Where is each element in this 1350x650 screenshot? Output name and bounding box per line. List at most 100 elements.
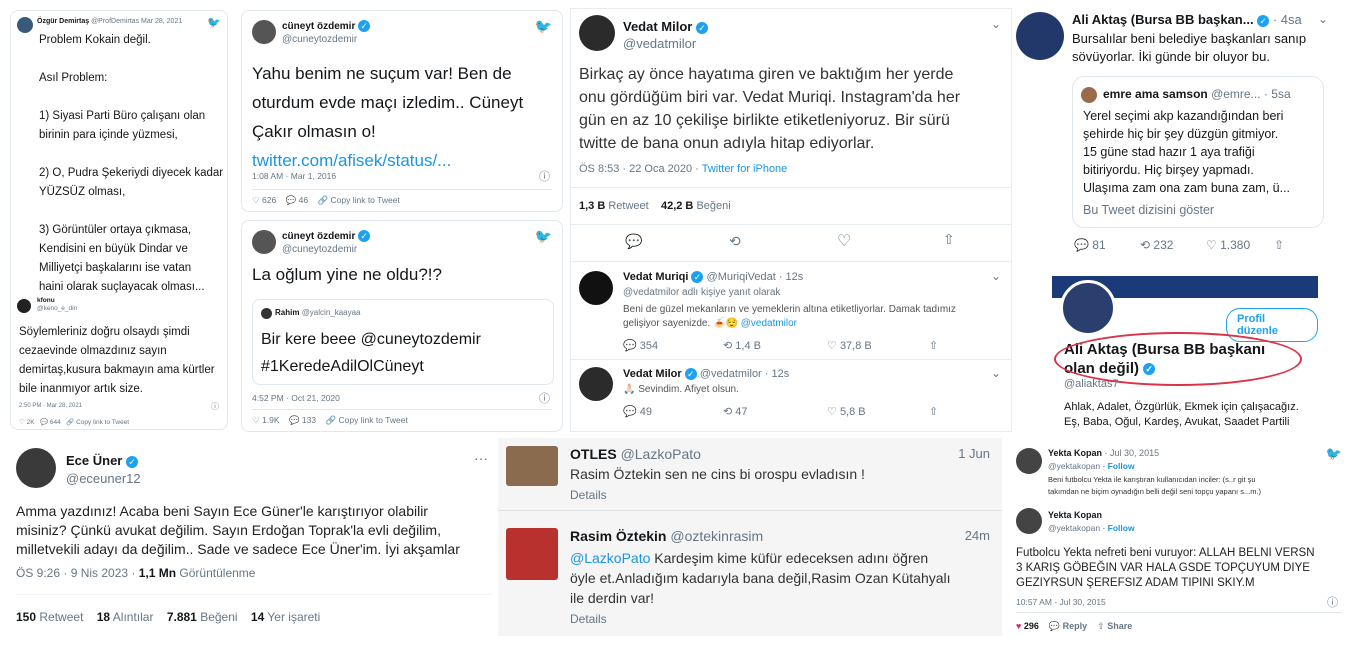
bookmark-count[interactable]: 14 xyxy=(251,610,264,624)
avatar[interactable] xyxy=(17,17,33,33)
reply-icon[interactable]: 💬 xyxy=(1049,621,1060,631)
tweet-panel-demirtas: Özgür Demirtaş @ProfDemirtas Mar 28, 202… xyxy=(10,10,228,430)
more-icon[interactable]: ··· xyxy=(474,450,488,466)
info-icon[interactable]: ⓘ xyxy=(539,390,550,406)
quoted-tweet[interactable]: emre ama samson @emre... · 5sa Yerel seç… xyxy=(1072,76,1324,228)
share-icon[interactable]: ⇧ xyxy=(1097,621,1105,631)
tweet-time: 10:57 AM - Jul 30, 2015 xyxy=(1016,597,1106,607)
profile-avatar[interactable] xyxy=(1060,280,1116,336)
avatar[interactable] xyxy=(506,528,558,580)
retweet-icon[interactable]: ⟲ xyxy=(1140,238,1150,252)
tweet-time: ÖS 9:26 · 9 Nis 2023 · xyxy=(16,566,139,580)
like-count: 296 xyxy=(1023,621,1039,631)
user-name[interactable]: Özgür Demirtaş xyxy=(37,18,89,25)
like-count[interactable]: 42,2 B xyxy=(661,200,693,212)
chevron-down-icon[interactable]: ⌄ xyxy=(991,269,1001,283)
share-button[interactable]: Share xyxy=(1107,621,1132,631)
reply-avatar[interactable] xyxy=(579,271,613,305)
reply-user-name[interactable]: kfonu xyxy=(37,297,77,305)
reply-icon[interactable]: 💬 xyxy=(623,340,637,352)
avatar[interactable] xyxy=(1016,448,1042,474)
user-handle: @cuneytozdemir xyxy=(282,34,358,45)
user-name[interactable]: OTLES xyxy=(570,446,617,462)
quote-count[interactable]: 18 xyxy=(97,610,110,624)
share-icon[interactable]: ⇧ xyxy=(929,339,938,352)
reply-user-name[interactable]: Vedat Muriqi xyxy=(623,271,688,283)
like-icon[interactable]: ♡ xyxy=(837,231,851,251)
avatar[interactable] xyxy=(1016,12,1064,60)
user-name[interactable]: Vedat Milor xyxy=(623,19,692,34)
like-icon[interactable]: ♡ xyxy=(827,406,837,418)
replying-to: @vedatmilor adlı kişiye yanıt olarak xyxy=(623,287,781,298)
link-icon[interactable]: 🔗 xyxy=(66,419,74,426)
retweet-count: 133 xyxy=(301,415,317,425)
retweet-label: Retweet xyxy=(39,610,84,624)
bookmark-label: Yer işareti xyxy=(267,610,321,624)
share-icon[interactable]: ⇧ xyxy=(929,405,938,418)
user-name[interactable]: cüneyt özdemir xyxy=(282,21,355,32)
avatar[interactable] xyxy=(252,230,276,254)
user-name[interactable]: Ece Üner xyxy=(66,453,122,468)
retweet-count: 47 xyxy=(735,406,748,418)
link-icon[interactable]: 🔗 xyxy=(326,415,337,425)
like-icon[interactable]: ♡ xyxy=(252,415,260,425)
copy-link[interactable]: Copy link to Tweet xyxy=(331,195,400,205)
details-link[interactable]: Details xyxy=(570,612,607,626)
info-icon[interactable]: ⓘ xyxy=(211,401,219,412)
retweet-icon[interactable]: ⟲ xyxy=(729,233,741,250)
mention-link[interactable]: @LazkoPato xyxy=(570,550,650,566)
retweet-count[interactable]: 150 xyxy=(16,610,36,624)
like-icon[interactable]: ♥ xyxy=(1016,621,1021,631)
avatar[interactable] xyxy=(506,446,558,486)
reply-icon[interactable]: 💬 xyxy=(289,415,300,425)
verified-icon: ✓ xyxy=(691,271,704,284)
reply-icon[interactable]: 💬 xyxy=(286,195,297,205)
chevron-down-icon[interactable]: ⌄ xyxy=(991,366,1001,380)
avatar[interactable] xyxy=(1016,508,1042,534)
user-name[interactable]: Yekta Kopan xyxy=(1048,448,1102,458)
reply-icon[interactable]: 💬 xyxy=(625,233,642,250)
retweet-count[interactable]: 1,3 B xyxy=(579,200,605,212)
like-icon[interactable]: ♡ xyxy=(252,195,260,205)
verified-icon: ✓ xyxy=(358,20,371,33)
like-label: Beğeni xyxy=(200,610,238,624)
user-name[interactable]: Rasim Öztekin xyxy=(570,528,666,544)
avatar[interactable] xyxy=(252,20,276,44)
info-icon[interactable]: ⓘ xyxy=(1327,594,1338,610)
info-icon[interactable]: ⓘ xyxy=(539,168,550,184)
verified-icon: ✓ xyxy=(695,21,708,34)
reply-icon[interactable]: 💬 xyxy=(623,406,637,418)
reply-button[interactable]: Reply xyxy=(1063,621,1088,631)
reply-avatar[interactable] xyxy=(579,367,613,401)
like-icon[interactable]: ♡ xyxy=(827,340,837,352)
reply-icon[interactable]: 💬 xyxy=(1074,238,1089,252)
quote-user-name: emre ama samson xyxy=(1103,87,1208,101)
follow-button[interactable]: Follow xyxy=(1108,523,1135,533)
retweet-icon[interactable]: ⟲ xyxy=(723,406,732,418)
reply-count: 49 xyxy=(639,406,653,418)
tweet-source[interactable]: Twitter for iPhone xyxy=(702,163,788,175)
avatar[interactable] xyxy=(16,448,56,488)
details-link[interactable]: Details xyxy=(570,488,607,502)
share-icon[interactable]: ⇧ xyxy=(1274,238,1284,252)
copy-link[interactable]: Copy link to Tweet xyxy=(76,419,129,426)
follow-button[interactable]: Follow xyxy=(1108,461,1135,471)
user-name[interactable]: Ali Aktaş (Bursa BB başkan... xyxy=(1072,12,1254,27)
reply-user-name[interactable]: Vedat Milor xyxy=(623,368,682,380)
share-icon[interactable]: ⇧ xyxy=(943,231,955,248)
retweet-icon[interactable]: ⟲ xyxy=(723,340,732,352)
user-name[interactable]: cüneyt özdemir xyxy=(282,231,355,242)
chevron-down-icon[interactable]: ⌄ xyxy=(991,17,1001,31)
user-name[interactable]: Yekta Kopan xyxy=(1048,510,1102,520)
reply-icon[interactable]: 💬 xyxy=(40,419,48,426)
like-icon[interactable]: ♡ xyxy=(1206,238,1217,252)
link-icon[interactable]: 🔗 xyxy=(318,195,329,205)
avatar[interactable] xyxy=(579,15,615,51)
like-icon[interactable]: ♡ xyxy=(19,419,25,426)
copy-link[interactable]: Copy link to Tweet xyxy=(339,415,408,425)
like-count[interactable]: 7.881 xyxy=(167,610,197,624)
chevron-down-icon[interactable]: ⌄ xyxy=(1318,12,1328,26)
reply-avatar[interactable] xyxy=(17,299,31,313)
show-thread-link[interactable]: Bu Tweet dizisini göster xyxy=(1083,203,1214,217)
quoted-tweet[interactable]: Rahim @yalcin_kaayaa Bir kere beee @cune… xyxy=(252,299,554,385)
